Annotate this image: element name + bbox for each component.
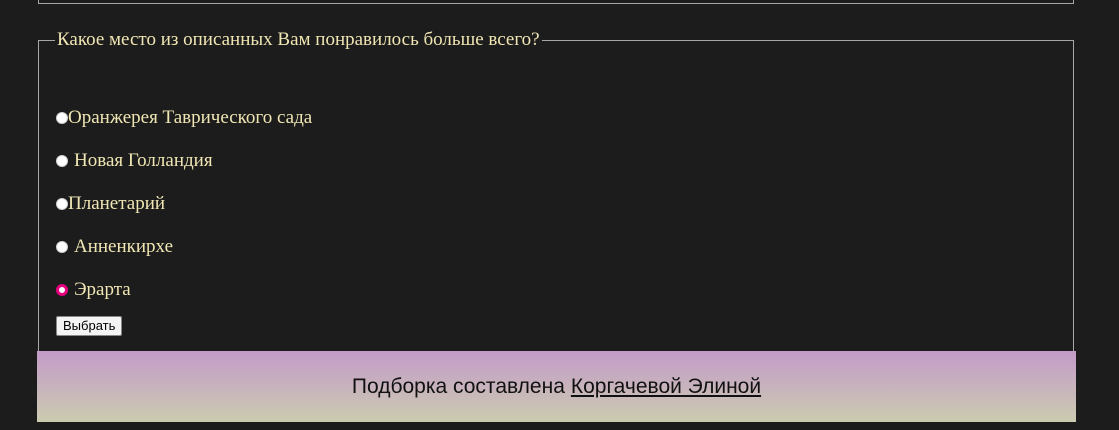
previous-fieldset-border	[38, 0, 1074, 4]
option-novaya-gollandiya[interactable]: Новая Голландия	[56, 139, 312, 182]
option-annenkirhe[interactable]: Анненкирхе	[56, 225, 312, 268]
radio-button[interactable]	[56, 111, 68, 124]
option-erarta[interactable]: Эрарта	[56, 268, 312, 311]
option-label: Планетарий	[68, 192, 166, 214]
option-label: Анненкирхе	[74, 235, 174, 257]
author-link[interactable]: Коргачевой Элиной	[571, 375, 761, 399]
footer: Подборка составлена Коргачевой Элиной	[37, 351, 1076, 422]
poll-fieldset: Какое место из описанных Вам понравилось…	[38, 30, 1074, 360]
option-label: Эрарта	[74, 278, 131, 300]
radio-button[interactable]	[56, 154, 68, 167]
option-label: Новая Голландия	[74, 149, 213, 171]
radio-button-checked[interactable]	[56, 283, 68, 296]
radio-button[interactable]	[56, 240, 68, 253]
submit-button[interactable]: Выбрать	[56, 316, 123, 336]
radio-button[interactable]	[56, 197, 68, 210]
option-label: Оранжерея Таврического сада	[68, 106, 313, 128]
options-list: Оранжерея Таврического сада Новая Голлан…	[56, 96, 312, 311]
poll-question: Какое место из описанных Вам понравилось…	[57, 29, 540, 50]
option-planetariy[interactable]: Планетарий	[56, 182, 312, 225]
footer-text: Подборка составлена	[351, 374, 565, 398]
option-oranzhereya[interactable]: Оранжерея Таврического сада	[56, 96, 312, 139]
